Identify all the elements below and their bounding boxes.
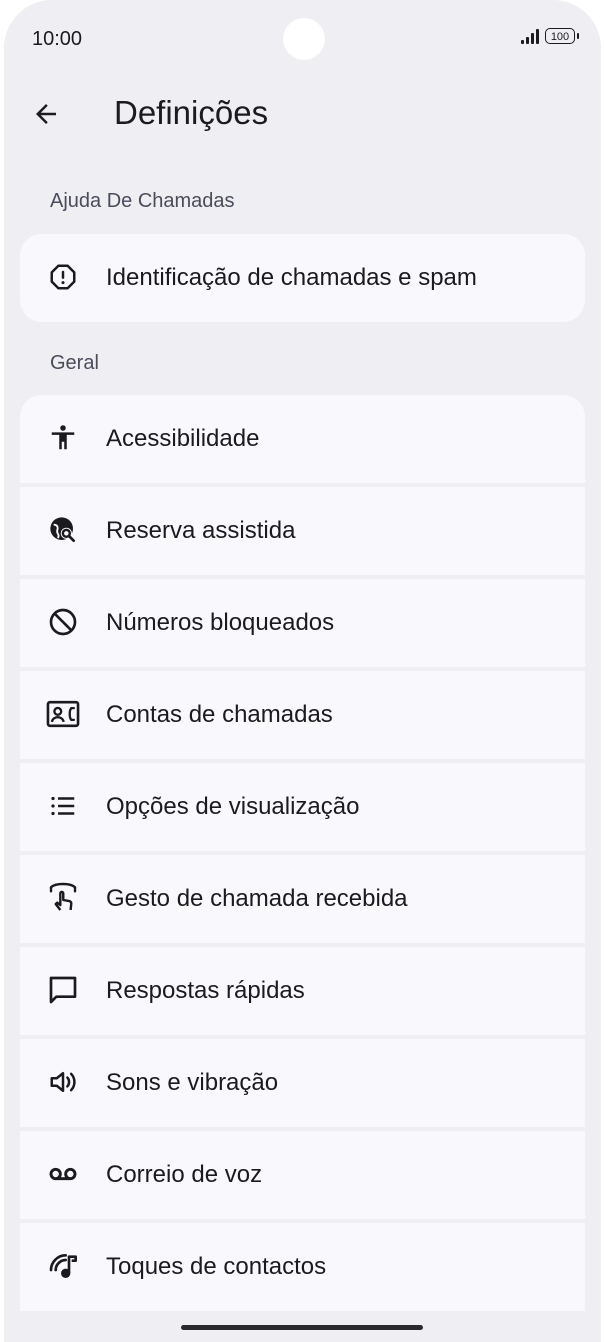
voicemail-icon: [46, 1157, 80, 1191]
navigation-handle[interactable]: [181, 1325, 423, 1330]
message-icon: [46, 973, 80, 1007]
arrow-back-icon: [36, 104, 56, 124]
app-bar: Definições: [4, 80, 601, 150]
phone-screen: 10:00 100 Definições Ajuda De Chamadas I…: [4, 0, 601, 1342]
status-icons: 100: [521, 28, 579, 44]
settings-item-quick-responses[interactable]: Respostas rápidas: [20, 947, 585, 1035]
settings-item-incoming-call-gesture[interactable]: Gesto de chamada recebida: [20, 855, 585, 943]
signal-icon: [521, 28, 539, 44]
settings-item-voicemail[interactable]: Correio de voz: [20, 1131, 585, 1219]
settings-item-contact-ringtones[interactable]: Toques de contactos: [20, 1223, 585, 1311]
settings-item-label: Gesto de chamada recebida: [106, 885, 408, 912]
settings-item-label: Acessibilidade: [106, 425, 260, 452]
settings-item-label: Sons e vibração: [106, 1069, 279, 1096]
settings-item-display-options[interactable]: Opções de visualização: [20, 763, 585, 851]
back-button[interactable]: [24, 92, 68, 136]
assisted-booking-icon: [46, 513, 80, 547]
settings-item-assisted-booking[interactable]: Reserva assistida: [20, 487, 585, 575]
alert-octagon-icon: [46, 260, 80, 294]
accessibility-icon: [46, 421, 80, 455]
status-time: 10:00: [32, 28, 83, 50]
settings-item-label: Números bloqueados: [106, 609, 335, 636]
general-card: Acessibilidade Reserva assistida Números…: [20, 395, 585, 1311]
section-header-general: Geral: [50, 352, 99, 374]
volume-icon: [46, 1065, 80, 1099]
status-bar: 10:00 100: [4, 0, 601, 80]
settings-item-blocked-numbers[interactable]: Números bloqueados: [20, 579, 585, 667]
settings-item-label: Correio de voz: [106, 1161, 263, 1188]
settings-item-label: Reserva assistida: [106, 517, 296, 544]
contact-calling-icon: [46, 697, 80, 731]
list-icon: [46, 789, 80, 823]
call-assist-card: Identificação de chamadas e spam: [20, 234, 585, 322]
battery-level: 100: [550, 31, 570, 43]
settings-item-accessibility[interactable]: Acessibilidade: [20, 395, 585, 483]
settings-item-sounds-vibration[interactable]: Sons e vibração: [20, 1039, 585, 1127]
settings-item-label: Toques de contactos: [106, 1253, 327, 1280]
page-title: Definições: [114, 94, 269, 131]
settings-item-calling-accounts[interactable]: Contas de chamadas: [20, 671, 585, 759]
block-icon: [46, 605, 80, 639]
battery-icon: 100: [545, 28, 579, 44]
section-header-call-assist: Ajuda De Chamadas: [50, 190, 235, 212]
swipe-gesture-icon: [46, 881, 80, 915]
settings-item-label: Opções de visualização: [106, 793, 360, 820]
settings-item-caller-id-spam[interactable]: Identificação de chamadas e spam: [20, 234, 585, 322]
settings-item-label: Respostas rápidas: [106, 977, 305, 1004]
ringtone-icon: [46, 1249, 80, 1283]
camera-cutout: [283, 18, 325, 60]
settings-item-label: Identificação de chamadas e spam: [106, 264, 477, 291]
settings-item-label: Contas de chamadas: [106, 701, 333, 728]
